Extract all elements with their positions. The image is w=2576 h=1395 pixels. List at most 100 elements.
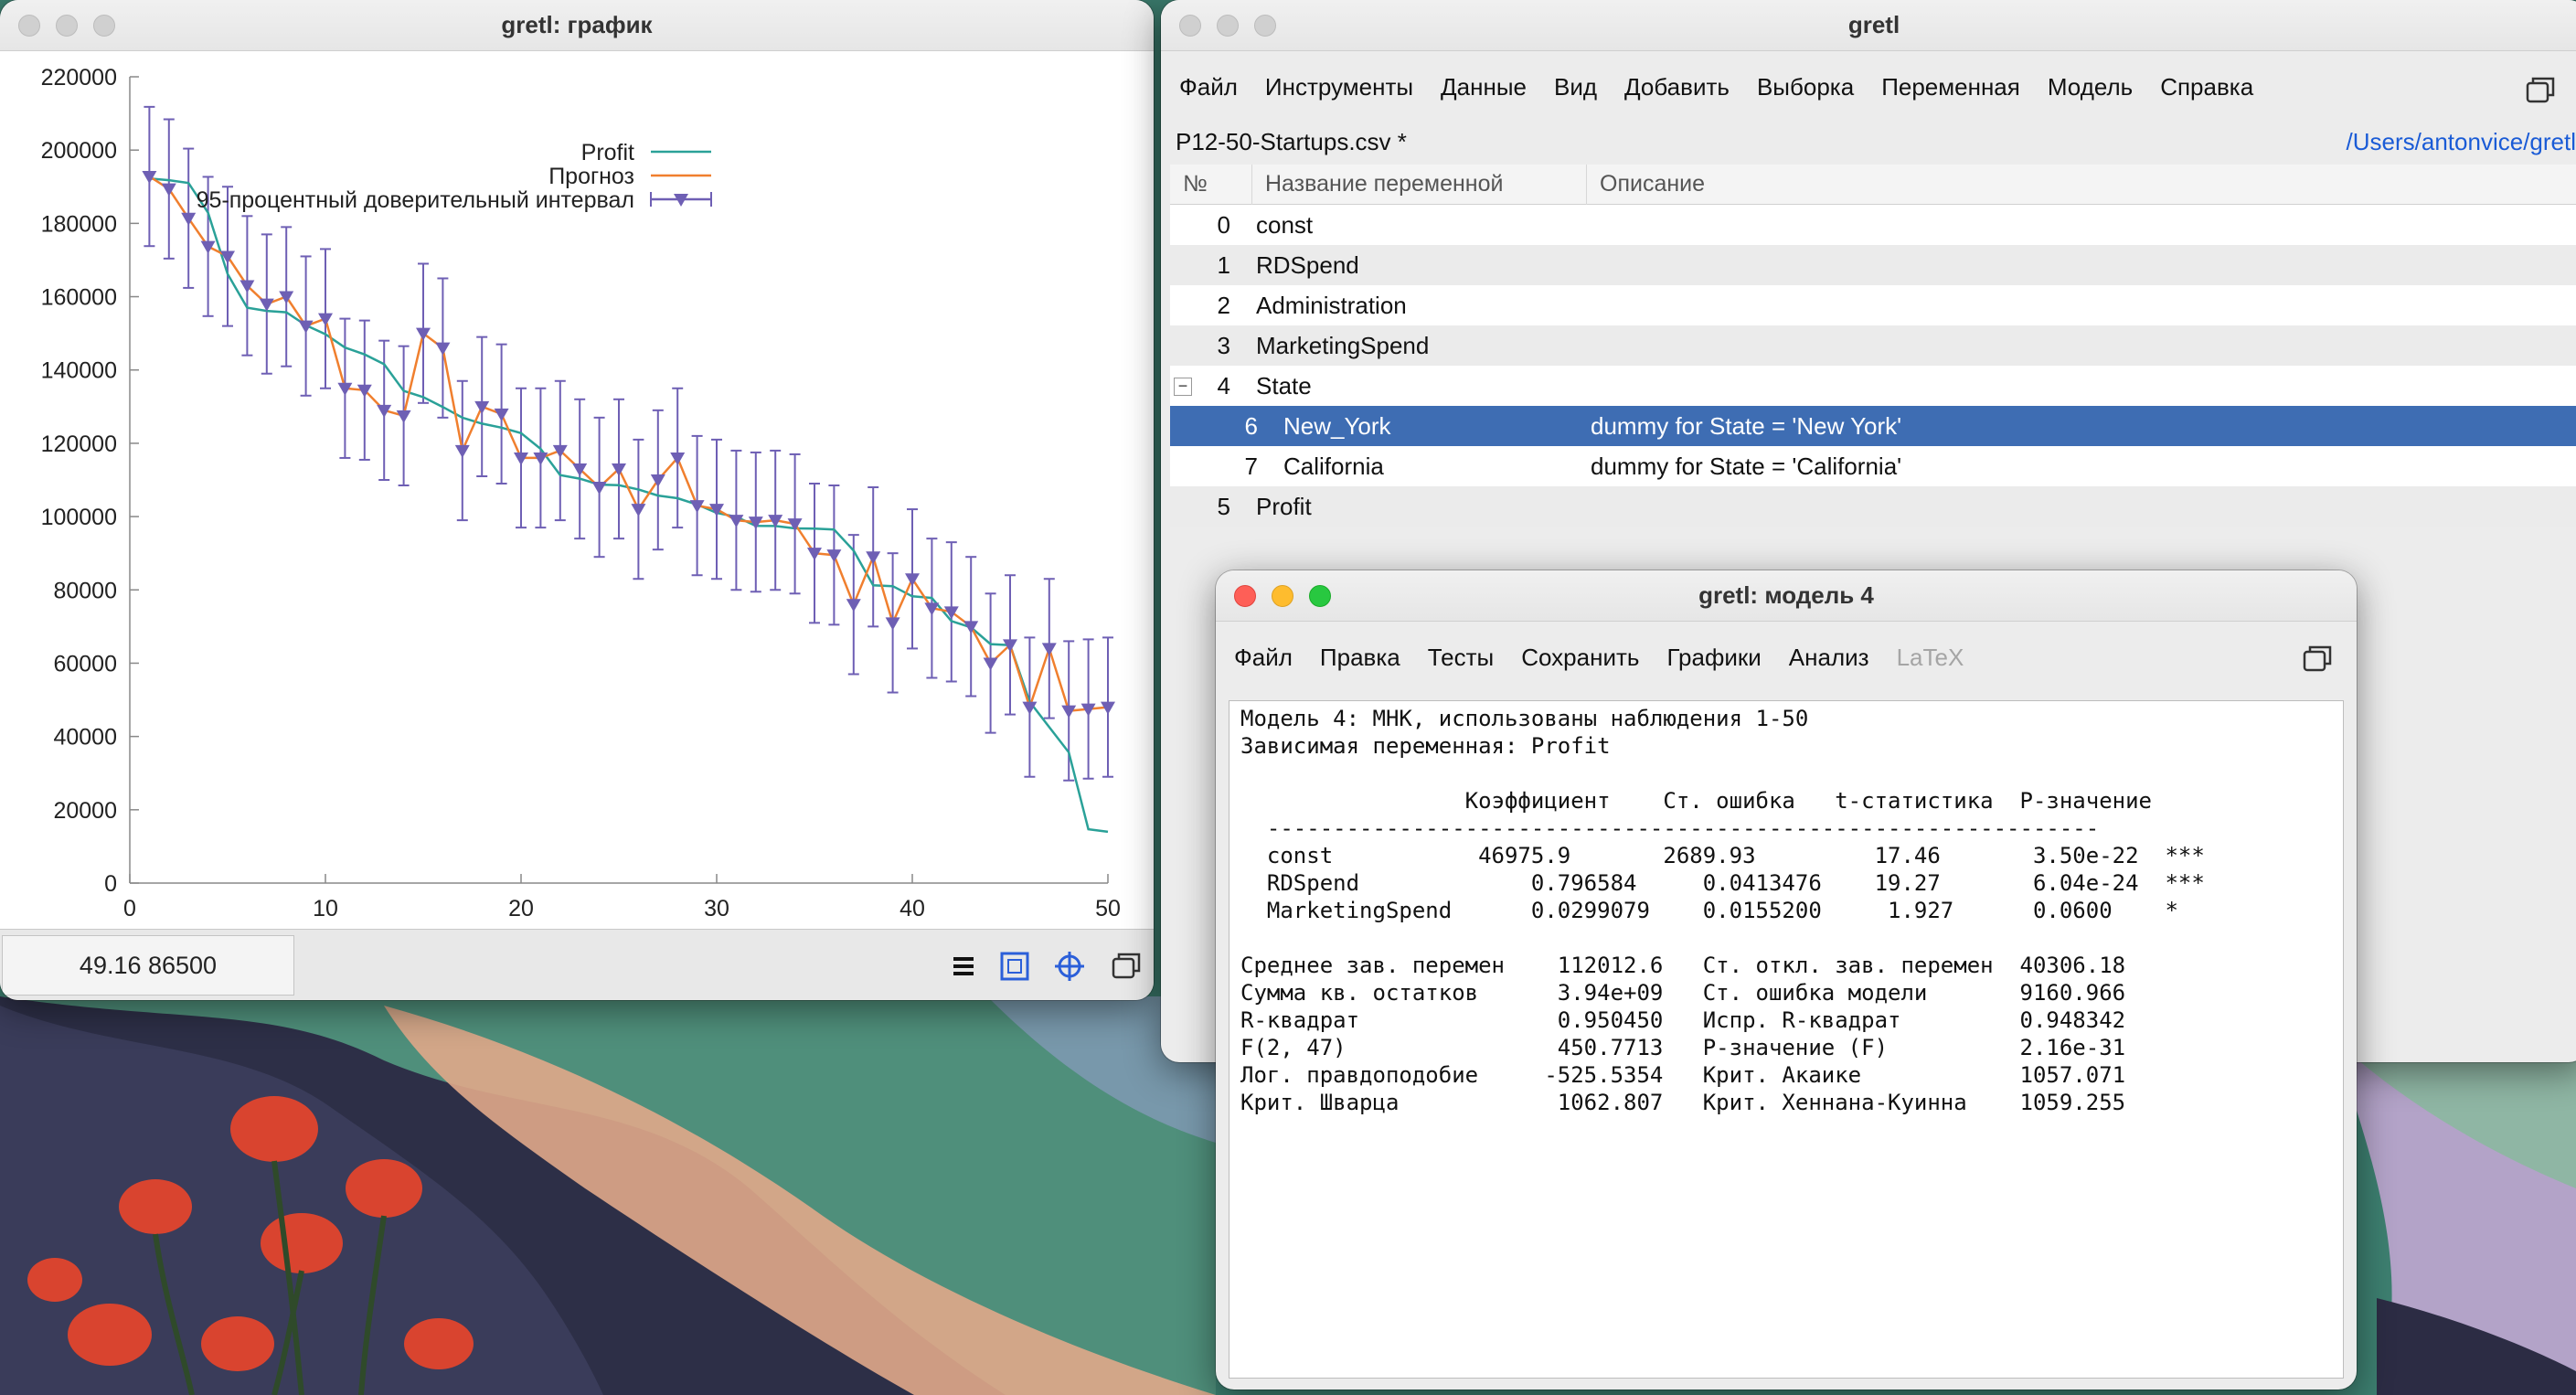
menu-data[interactable]: Данные [1441,73,1527,101]
restore-icon[interactable] [1108,948,1144,985]
cursor-coordinates: 49.16 86500 [2,935,294,996]
menu-view[interactable]: Вид [1554,73,1597,101]
menu-sample[interactable]: Выборка [1757,73,1854,101]
y-tick-label: 60000 [53,651,117,676]
var-description: dummy for State = 'California' [1591,452,1902,480]
column-header-number[interactable]: № [1170,164,1252,205]
var-name: State [1256,371,1312,399]
var-name: Profit [1256,492,1312,520]
forecast-chart: 0 20000 40000 60000 80000 100000 120000 140000 1… [41,65,1121,921]
model-output-text[interactable]: Модель 4: МНК, использованы наблюдения 1… [1229,700,2344,1379]
output-line: Крит. Шварца 1062.807 Крит. Хеннана-Куин… [1240,1090,2126,1115]
output-line: F(2, 47) 450.7713 P-значение (F) 2.16e-3… [1240,1035,2126,1060]
close-button[interactable] [1179,15,1201,37]
legend-label: Прогноз [548,164,634,189]
window-title: gretl: график [501,11,653,38]
plot-area[interactable]: 0 20000 40000 60000 80000 100000 120000 140000 1… [0,51,1154,929]
menu-file[interactable]: Файл [1179,73,1238,101]
menu-model[interactable]: Модель [2048,73,2133,101]
table-row[interactable]: 3 MarketingSpend [1170,325,2576,366]
x-tick-label: 50 [1095,896,1121,921]
forecast-point [846,599,861,612]
output-line: Сумма кв. остатков 3.94e+09 Ст. ошибка м… [1240,980,2126,1006]
var-name: Administration [1256,291,1407,319]
output-line: const 46975.9 2689.93 17.46 3.50e-22 *** [1240,843,2205,868]
y-tick-label: 0 [104,871,117,897]
var-name: California [1283,452,1384,480]
menu-icon[interactable] [945,948,982,985]
y-tick-label: 80000 [53,578,117,603]
minimize-button[interactable] [56,15,78,37]
var-number: 6 [1244,411,1258,440]
close-button[interactable] [1234,585,1256,607]
forecast-point [200,240,216,254]
menu-tools[interactable]: Инструменты [1265,73,1413,101]
plot-window: gretl: график 0 20000 40000 60000 80000 10000… [0,0,1154,1000]
profit-line [149,176,1109,834]
menu-add[interactable]: Добавить [1624,73,1730,101]
target-icon[interactable] [1051,948,1088,985]
minimize-button[interactable] [1217,15,1239,37]
forecast-line [148,175,1109,712]
output-line: Среднее зав. перемен 112012.6 Ст. откл. … [1240,953,2126,978]
menu-analysis[interactable]: Анализ [1789,644,1869,672]
output-line: R-квадрат 0.950450 Испр. R-квадрат 0.948… [1240,1007,2126,1033]
output-line: MarketingSpend 0.0299079 0.0155200 1.927… [1240,898,2178,923]
table-row[interactable]: 7 California dummy for State = 'Californ… [1170,446,2576,486]
plot-titlebar[interactable]: gretl: график [0,0,1154,51]
column-header-description[interactable]: Описание [1587,165,2576,205]
table-row[interactable]: 0 const [1170,205,2576,245]
zoom-icon[interactable] [996,948,1033,985]
forecast-point [435,342,451,356]
close-button[interactable] [18,15,40,37]
table-row[interactable]: 5 Profit [1170,486,2576,527]
menu-graphs[interactable]: Графики [1666,644,1761,672]
restore-icon[interactable] [2302,644,2333,679]
x-tick-label: 40 [899,896,925,921]
forecast-point [943,606,959,620]
table-row[interactable]: 1 RDSpend [1170,245,2576,285]
output-line: Коэффициент Ст. ошибка t-статистика P-зн… [1240,788,2152,814]
zoom-button[interactable] [1309,585,1331,607]
zoom-button[interactable] [93,15,115,37]
forecast-point [866,551,881,565]
dataset-bar: P12-50-Startups.csv * /Users/antonvice/g… [1176,128,2576,161]
forecast-point [181,212,197,226]
menu-edit[interactable]: Правка [1320,644,1400,672]
forecast-point [142,171,157,185]
column-header-name[interactable]: Название переменной [1252,164,1587,205]
table-row[interactable]: 2 Administration [1170,285,2576,325]
var-number: 7 [1244,452,1258,480]
output-line: Зависимая переменная: Profit [1240,733,1611,759]
x-tick-label: 20 [508,896,534,921]
forecast-point [826,549,842,563]
main-menubar: Файл Инструменты Данные Вид Добавить Выб… [1179,73,2253,101]
var-name: const [1256,210,1314,239]
y-tick-label: 220000 [41,65,117,91]
menu-variable[interactable]: Переменная [1881,73,2020,101]
zoom-button[interactable] [1254,15,1276,37]
collapse-icon[interactable]: − [1174,377,1192,396]
working-directory-link[interactable]: /Users/antonvice/gretl [2347,128,2576,156]
var-name: RDSpend [1256,250,1359,279]
menu-tests[interactable]: Тесты [1428,644,1494,672]
minimize-button[interactable] [1272,585,1293,607]
restore-icon[interactable] [2525,75,2556,111]
model-titlebar[interactable]: gretl: модель 4 [1216,570,2357,622]
output-line: Лог. правдоподобие -525.5354 Крит. Акаик… [1240,1062,2126,1088]
x-tick-label: 10 [313,896,338,921]
forecast-point [494,408,509,421]
menu-file[interactable]: Файл [1234,644,1293,672]
forecast-point [885,617,900,631]
main-titlebar[interactable]: gretl [1161,0,2576,51]
variable-table: № Название переменной Описание 0 const 1… [1170,164,2576,530]
table-row-selected[interactable]: 6 New_York dummy for State = 'New York' [1170,406,2576,446]
model-window: gretl: модель 4 Файл Правка Тесты Сохран… [1216,570,2357,1390]
table-row[interactable]: −4 State [1170,366,2576,406]
var-number: 5 [1217,492,1230,520]
menu-help[interactable]: Справка [2160,73,2253,101]
menu-save[interactable]: Сохранить [1521,644,1639,672]
output-line: Модель 4: МНК, использованы наблюдения 1… [1240,706,1809,731]
y-tick-label: 160000 [41,285,117,311]
forecast-point [905,573,920,587]
